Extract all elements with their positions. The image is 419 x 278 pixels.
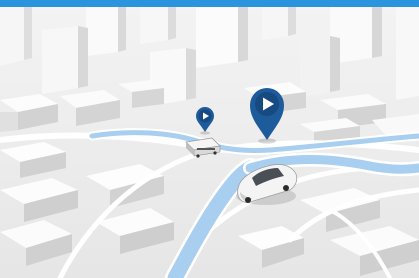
city-map: [0, 7, 419, 278]
navigation-map-scene: [0, 0, 419, 278]
